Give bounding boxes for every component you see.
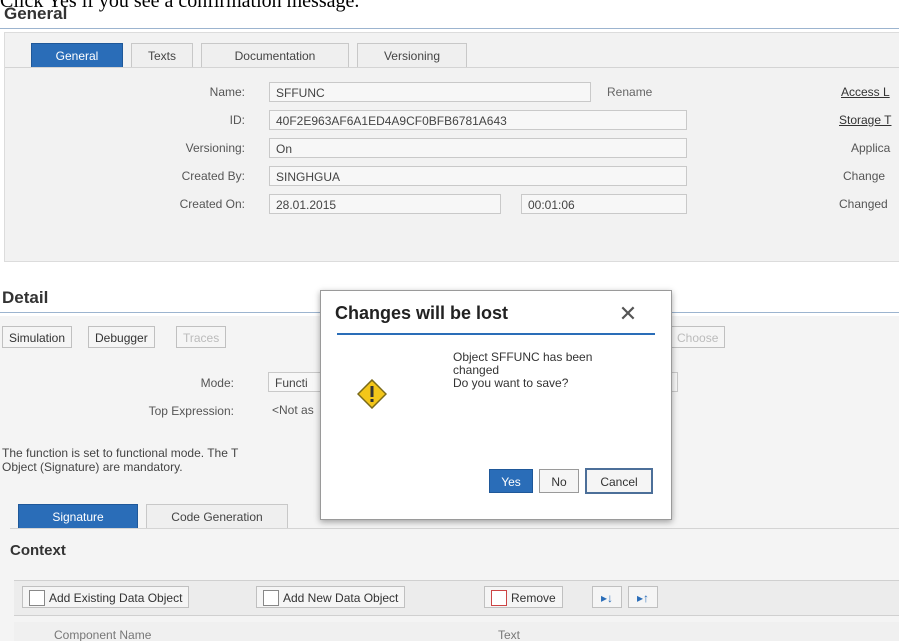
document-icon bbox=[263, 590, 279, 606]
remove-label: Remove bbox=[511, 591, 556, 605]
traces-button[interactable]: Traces bbox=[176, 326, 227, 348]
table-header: Component Name Text bbox=[14, 622, 899, 641]
general-section-title: General bbox=[4, 4, 68, 23]
created-by-field[interactable]: SINGHGUA bbox=[269, 166, 687, 186]
add-existing-button[interactable]: Add Existing Data Object bbox=[22, 586, 190, 608]
tab-underline bbox=[5, 67, 899, 68]
storage-link[interactable]: Storage T bbox=[839, 113, 891, 127]
general-divider bbox=[0, 28, 899, 29]
general-panel: General Texts Documentation Versioning N… bbox=[4, 32, 899, 262]
created-on-date-field[interactable]: 28.01.2015 bbox=[269, 194, 501, 214]
move-down-icon: ▸↓ bbox=[600, 591, 614, 605]
subtab-underline bbox=[10, 528, 899, 529]
application-label: Applica bbox=[851, 141, 891, 155]
add-existing-label: Add Existing Data Object bbox=[49, 591, 183, 605]
tab-documentation[interactable]: Documentation bbox=[201, 43, 349, 67]
created-on-time-field[interactable]: 00:01:06 bbox=[521, 194, 687, 214]
id-field[interactable]: 40F2E963AF6A1ED4A9CF0BFB6781A643 bbox=[269, 110, 687, 130]
document-icon bbox=[29, 590, 45, 606]
context-title: Context bbox=[10, 542, 66, 559]
id-label: ID: bbox=[229, 113, 245, 127]
context-toolbar: Add Existing Data Object Add New Data Ob… bbox=[14, 580, 899, 616]
remove-icon bbox=[491, 590, 507, 606]
choose-button[interactable]: Choose bbox=[670, 326, 726, 348]
add-new-label: Add New Data Object bbox=[283, 591, 399, 605]
name-field[interactable]: SFFUNC bbox=[269, 82, 591, 102]
dialog-title-underline bbox=[337, 333, 655, 335]
tab-general[interactable]: General bbox=[31, 43, 123, 67]
cancel-button[interactable]: Cancel bbox=[585, 468, 653, 494]
yes-button[interactable]: Yes bbox=[489, 469, 533, 493]
general-tabs: General Texts Documentation Versioning bbox=[27, 43, 487, 67]
no-button[interactable]: No bbox=[539, 469, 579, 493]
text-header: Text bbox=[498, 628, 521, 641]
info-text: The function is set to functional mode. … bbox=[2, 446, 238, 474]
add-new-button[interactable]: Add New Data Object bbox=[256, 586, 406, 608]
component-name-header: Component Name bbox=[54, 628, 152, 641]
info-line-2: Object (Signature) are mandatory. bbox=[2, 460, 183, 474]
changed-by-label: Change bbox=[843, 169, 886, 183]
dialog-message-line-3: Do you want to save? bbox=[453, 376, 569, 390]
access-link[interactable]: Access L bbox=[841, 85, 890, 99]
versioning-label: Versioning: bbox=[185, 141, 245, 155]
created-by-label: Created By: bbox=[181, 169, 245, 183]
rename-link[interactable]: Rename bbox=[607, 85, 652, 99]
dialog-title: Changes will be lost bbox=[335, 303, 509, 323]
top-expression-label: Top Expression: bbox=[148, 404, 234, 418]
move-up-button[interactable]: ▸↑ bbox=[628, 586, 658, 608]
tab-versioning[interactable]: Versioning bbox=[357, 43, 467, 67]
info-line-1: The function is set to functional mode. … bbox=[2, 446, 239, 460]
move-up-icon: ▸↑ bbox=[636, 591, 650, 605]
mode-label: Mode: bbox=[200, 376, 234, 390]
tab-code-generation[interactable]: Code Generation bbox=[146, 504, 288, 528]
debugger-button[interactable]: Debugger bbox=[88, 326, 155, 348]
remove-button[interactable]: Remove bbox=[484, 586, 563, 608]
detail-section-title: Detail bbox=[2, 288, 49, 307]
changes-dialog: Changes will be lost ✕ Object SFFUNC has… bbox=[320, 290, 672, 520]
page-caption: Click Yes if you see a confirmation mess… bbox=[0, 0, 360, 12]
close-icon[interactable]: ✕ bbox=[613, 299, 643, 329]
top-expression-value[interactable]: <Not as bbox=[272, 403, 314, 417]
detail-subtabs: Signature Code Generation bbox=[18, 504, 318, 528]
changed-on-label: Changed bbox=[839, 197, 888, 211]
tab-texts[interactable]: Texts bbox=[131, 43, 193, 67]
tab-signature[interactable]: Signature bbox=[18, 504, 138, 528]
move-down-button[interactable]: ▸↓ bbox=[592, 586, 622, 608]
simulation-button[interactable]: Simulation bbox=[2, 326, 73, 348]
name-label: Name: bbox=[209, 85, 245, 99]
dialog-message: Object SFFUNC has been changed Do you wa… bbox=[453, 351, 592, 390]
warning-icon bbox=[356, 378, 388, 410]
versioning-field[interactable]: On bbox=[269, 138, 687, 158]
created-on-label: Created On: bbox=[179, 197, 245, 211]
